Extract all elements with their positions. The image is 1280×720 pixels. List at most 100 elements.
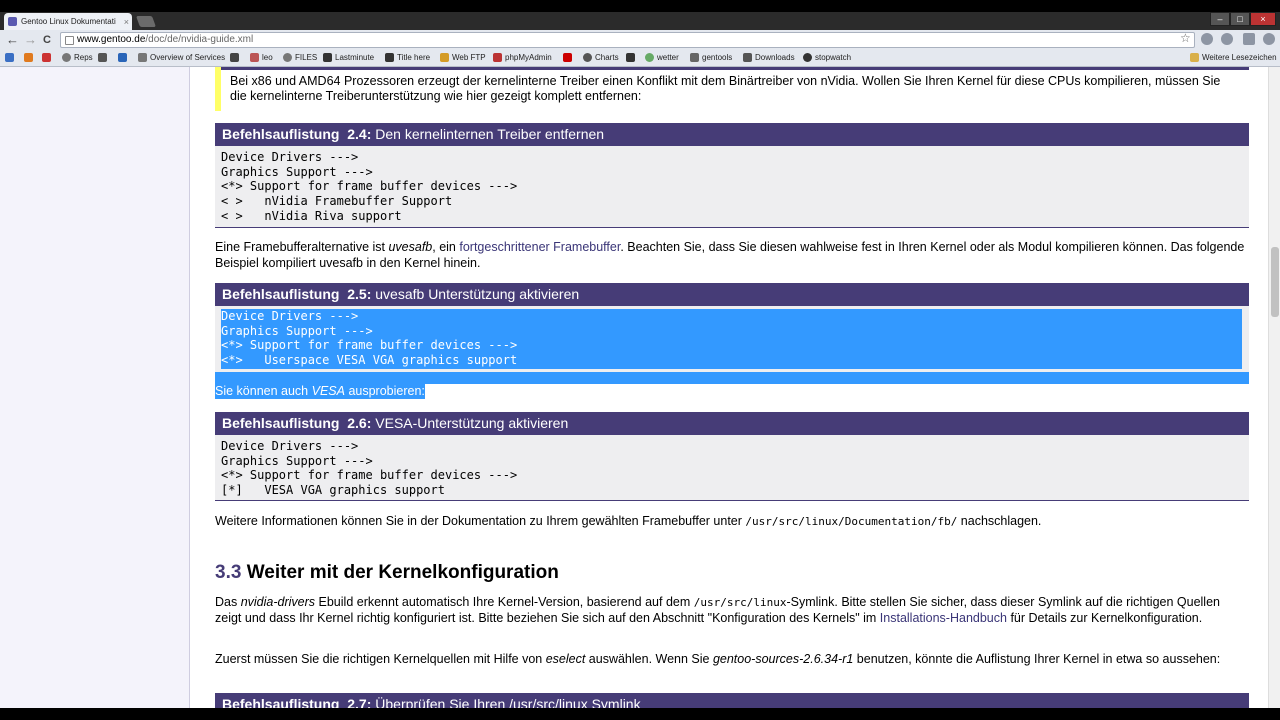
bookmark-6[interactable] bbox=[118, 53, 130, 62]
wrench-icon[interactable] bbox=[1263, 33, 1275, 45]
screen-top-edge bbox=[0, 0, 1280, 12]
vertical-scrollbar[interactable] bbox=[1268, 67, 1280, 708]
maximize-button[interactable]: □ bbox=[1230, 12, 1250, 26]
listing-2-4-code: Device Drivers ---> Graphics Support ---… bbox=[215, 146, 1249, 228]
bookmark-icon bbox=[98, 53, 107, 62]
leo-icon bbox=[250, 53, 259, 62]
note-header bbox=[221, 67, 1249, 70]
text: ausprobieren: bbox=[344, 384, 425, 398]
bookmark-wetter[interactable]: wetter bbox=[645, 53, 679, 62]
bookmark-icon bbox=[118, 53, 127, 62]
bookmark-gentools[interactable]: gentools bbox=[690, 53, 732, 62]
tab-title: Gentoo Linux Dokumentati bbox=[21, 17, 116, 26]
listing-title: Den kernelinternen Treiber entfernen bbox=[375, 126, 605, 142]
weather-icon bbox=[645, 53, 654, 62]
tab-strip: Gentoo Linux Dokumentati × – □ × bbox=[0, 12, 1280, 30]
listing-title: uvesafb Unterstützung aktivieren bbox=[375, 286, 580, 302]
code-line: <*> Support for frame buffer devices ---… bbox=[221, 468, 518, 483]
text: Zuerst müssen Sie die richtigen Kernelqu… bbox=[215, 652, 546, 666]
text: benutzen, könnte die Auflistung Ihrer Ke… bbox=[853, 652, 1221, 666]
code-line: Device Drivers ---> bbox=[221, 439, 359, 453]
listing-label: Befehlsauflistung bbox=[222, 415, 340, 431]
address-bar[interactable]: www.gentoo.de/doc/de/nvidia-guide.xml bbox=[60, 32, 1195, 48]
framebuffer-paragraph: Eine Framebufferalternative ist uvesafb,… bbox=[215, 240, 1245, 271]
bookmark-label: Downloads bbox=[755, 53, 795, 62]
bookmark-gmail[interactable] bbox=[42, 53, 54, 62]
back-icon[interactable]: ← bbox=[6, 32, 19, 48]
scrollbar-thumb[interactable] bbox=[1271, 247, 1279, 317]
code-line: <*> Support for frame buffer devices ---… bbox=[221, 179, 518, 194]
bookmark-web-ftp[interactable]: Web FTP bbox=[440, 53, 486, 62]
bookmark-youtube[interactable] bbox=[563, 53, 575, 62]
listing-label: Befehlsauflistung bbox=[222, 696, 340, 708]
bookmark-reps[interactable]: Reps bbox=[62, 53, 93, 62]
bookmark-files[interactable]: FILES bbox=[283, 53, 317, 62]
bookmark-stopwatch[interactable]: stopwatch bbox=[803, 53, 851, 62]
listing-2-6-header: Befehlsauflistung 2.6: VESA-Unterstützun… bbox=[215, 412, 1249, 435]
navigation-bar: ← → C www.gentoo.de/doc/de/nvidia-guide.… bbox=[0, 30, 1280, 50]
bookmark-label: stopwatch bbox=[815, 53, 852, 62]
listing-2-7-header: Befehlsauflistung 2.7: Überprüfen Sie Ih… bbox=[215, 693, 1249, 708]
bookmark-icon bbox=[385, 53, 394, 62]
framebuffer-link[interactable]: fortgeschrittener Framebuffer bbox=[459, 240, 620, 254]
bookmark-star-icon[interactable]: ☆ bbox=[1180, 31, 1191, 45]
text: Sie können auch bbox=[215, 384, 312, 398]
bookmark-icon bbox=[5, 53, 14, 62]
bookmark-label: Title here bbox=[397, 53, 431, 62]
listing-2-5-header: Befehlsauflistung 2.5: uvesafb Unterstüt… bbox=[215, 283, 1249, 306]
gmail-icon bbox=[42, 53, 51, 62]
bookmark-2[interactable] bbox=[24, 53, 36, 62]
listing-number: 2.4: bbox=[347, 126, 372, 142]
text: Weitere Informationen können Sie in der … bbox=[215, 514, 746, 528]
youtube-icon bbox=[563, 53, 572, 62]
code-line: Graphics Support ---> bbox=[221, 164, 373, 179]
bookmark-icon bbox=[690, 53, 699, 62]
bookmark-label: gentools bbox=[702, 53, 733, 62]
tab-close-icon[interactable]: × bbox=[124, 17, 129, 27]
extension-icon[interactable] bbox=[1201, 33, 1213, 45]
code-line: <*> Support for frame buffer devices ---… bbox=[221, 338, 518, 353]
code-line: Device Drivers ---> bbox=[221, 309, 359, 323]
bookmark-17[interactable] bbox=[626, 53, 638, 62]
new-tab-button[interactable] bbox=[135, 16, 157, 27]
bookmark-icon bbox=[62, 53, 71, 62]
bookmark-icon bbox=[583, 53, 592, 62]
code-line: Device Drivers ---> bbox=[221, 150, 359, 164]
other-bookmarks[interactable]: Weitere Lesezeichen bbox=[1190, 53, 1277, 62]
bookmark-phpmyadmin[interactable]: phpMyAdmin bbox=[493, 53, 552, 62]
bookmark-overview[interactable]: Overview of Services bbox=[138, 53, 225, 62]
bookmark-lastminute[interactable]: Lastminute bbox=[323, 53, 374, 62]
folder-icon bbox=[440, 53, 449, 62]
bookmark-label: Reps bbox=[74, 53, 93, 62]
reload-icon[interactable]: C bbox=[43, 32, 51, 48]
extension-2-icon[interactable] bbox=[1221, 33, 1233, 45]
minimize-button[interactable]: – bbox=[1210, 12, 1230, 26]
bookmark-downloads[interactable]: Downloads bbox=[743, 53, 795, 62]
bookmark-icon bbox=[283, 53, 292, 62]
page-menu-icon[interactable] bbox=[1243, 33, 1255, 45]
listing-number: 2.7: bbox=[347, 696, 372, 708]
bookmarks-bar: Reps Overview of Services leo FILES Last… bbox=[0, 50, 1280, 67]
bookmark-5[interactable] bbox=[98, 53, 110, 62]
bookmark-charts[interactable]: Charts bbox=[583, 53, 619, 62]
path-code: /usr/src/linux bbox=[693, 596, 787, 609]
text: auswählen. Wenn Sie bbox=[585, 652, 713, 666]
installation-handbook-link[interactable]: Installations-Handbuch bbox=[880, 611, 1007, 625]
eselect-paragraph: Zuerst müssen Sie die richtigen Kernelqu… bbox=[215, 652, 1245, 668]
listing-number: 2.6: bbox=[347, 415, 372, 431]
left-sidebar bbox=[0, 67, 190, 708]
tab-gentoo-docs[interactable]: Gentoo Linux Dokumentati × bbox=[4, 13, 132, 30]
bookmark-8[interactable] bbox=[230, 53, 242, 62]
url-host: www.gentoo.de bbox=[77, 34, 146, 45]
bookmark-label: FILES bbox=[295, 53, 318, 62]
url-path: /doc/de/nvidia-guide.xml bbox=[145, 34, 254, 45]
note-text: Bei x86 und AMD64 Prozessoren erzeugt de… bbox=[230, 74, 1221, 103]
path-code: /usr/src/linux/Documentation/fb/ bbox=[745, 515, 958, 528]
bookmark-leo[interactable]: leo bbox=[250, 53, 273, 62]
stopwatch-icon bbox=[803, 53, 812, 62]
bookmark-title-here[interactable]: Title here bbox=[385, 53, 430, 62]
forward-icon[interactable]: → bbox=[24, 32, 37, 48]
close-window-button[interactable]: × bbox=[1250, 12, 1276, 26]
bookmark-icon bbox=[626, 53, 635, 62]
bookmark-1[interactable] bbox=[5, 53, 17, 62]
